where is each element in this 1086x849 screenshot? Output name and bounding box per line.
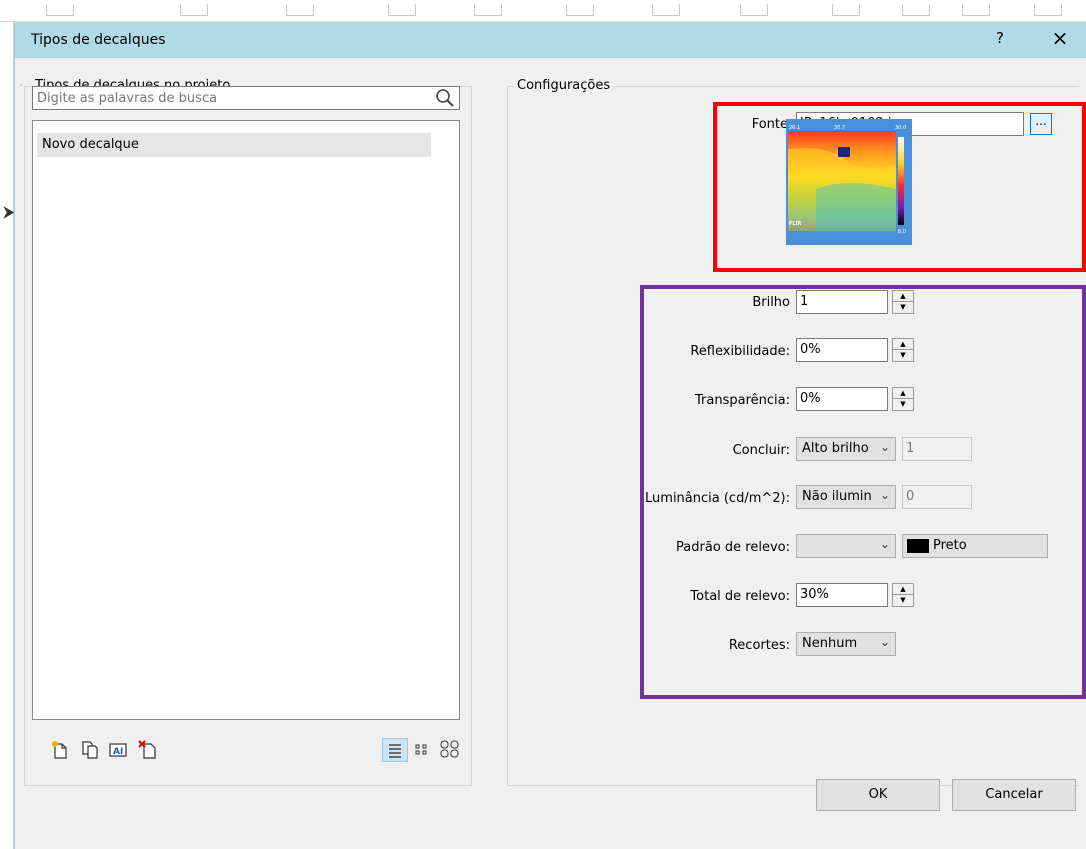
- background-app-canvas: ⮞: [0, 22, 15, 849]
- help-button[interactable]: ?: [990, 29, 1010, 47]
- svg-text:AI: AI: [113, 747, 123, 757]
- search-icon[interactable]: [435, 88, 455, 108]
- list-view-button[interactable]: [382, 738, 408, 762]
- search-placeholder: Digite as palavras de busca: [37, 91, 218, 106]
- dialog-title: Tipos de decalques: [31, 32, 166, 48]
- cancel-button[interactable]: Cancelar: [952, 779, 1076, 811]
- new-decal-icon[interactable]: [50, 740, 70, 760]
- duplicate-icon[interactable]: [80, 740, 100, 760]
- small-icons-view-icon: [415, 744, 427, 755]
- cursor-arrow-icon: ⮞: [3, 202, 15, 221]
- large-icons-view-button[interactable]: [438, 738, 464, 762]
- small-icons-view-button[interactable]: [410, 738, 436, 762]
- list-item-label: Novo decalque: [42, 137, 139, 152]
- large-icons-view-icon: [440, 740, 459, 758]
- delete-decal-icon[interactable]: [138, 740, 158, 760]
- close-button[interactable]: ×: [1047, 26, 1073, 50]
- list-item[interactable]: Novo decalque: [37, 133, 431, 157]
- background-app-toolbar: [0, 0, 1086, 22]
- decal-list[interactable]: Novo decalque: [32, 120, 460, 720]
- ok-button[interactable]: OK: [816, 779, 940, 811]
- red-highlight-box: [713, 102, 1086, 272]
- dialog-titlebar: Tipos de decalques ? ×: [15, 22, 1086, 58]
- purple-highlight-box: [640, 285, 1086, 699]
- settings-group-label: Configurações: [514, 78, 614, 93]
- search-input[interactable]: Digite as palavras de busca: [32, 86, 460, 110]
- list-view-icon: [389, 744, 401, 758]
- rename-icon[interactable]: AI: [108, 740, 128, 760]
